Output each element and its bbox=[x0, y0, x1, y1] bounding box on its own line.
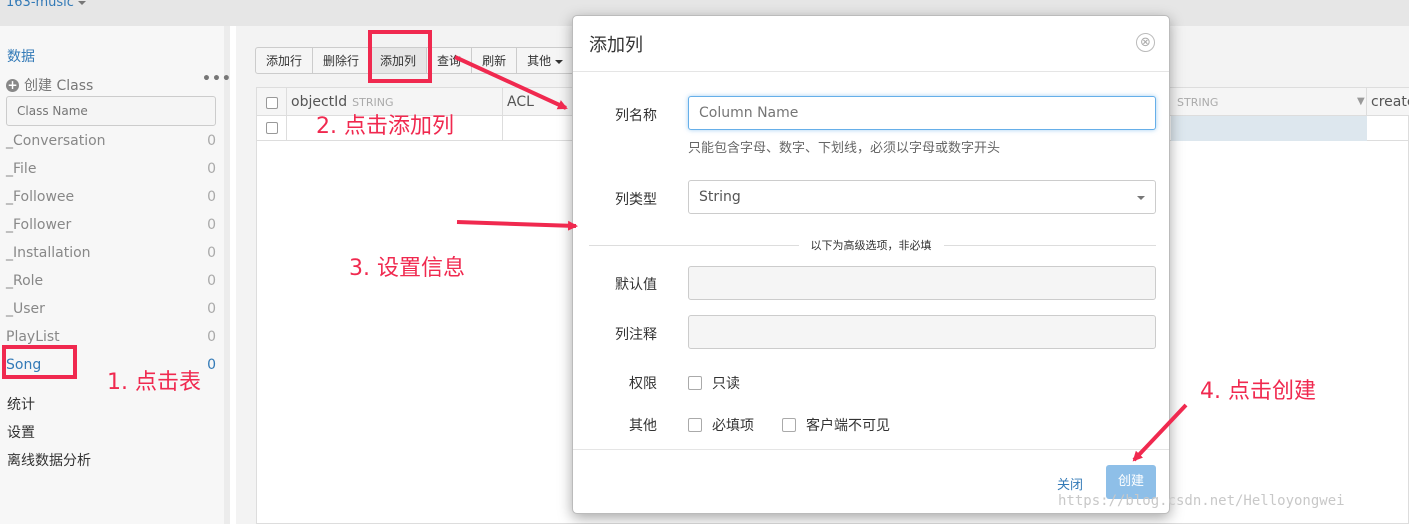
arrow-step-3 bbox=[456, 220, 578, 231]
arrow-step-4 bbox=[1132, 403, 1188, 462]
arrow-step-2 bbox=[454, 55, 568, 110]
watermark: https://blog.csdn.net/Helloyongwei bbox=[1058, 493, 1345, 509]
annotation-arrows bbox=[454, 55, 1188, 462]
